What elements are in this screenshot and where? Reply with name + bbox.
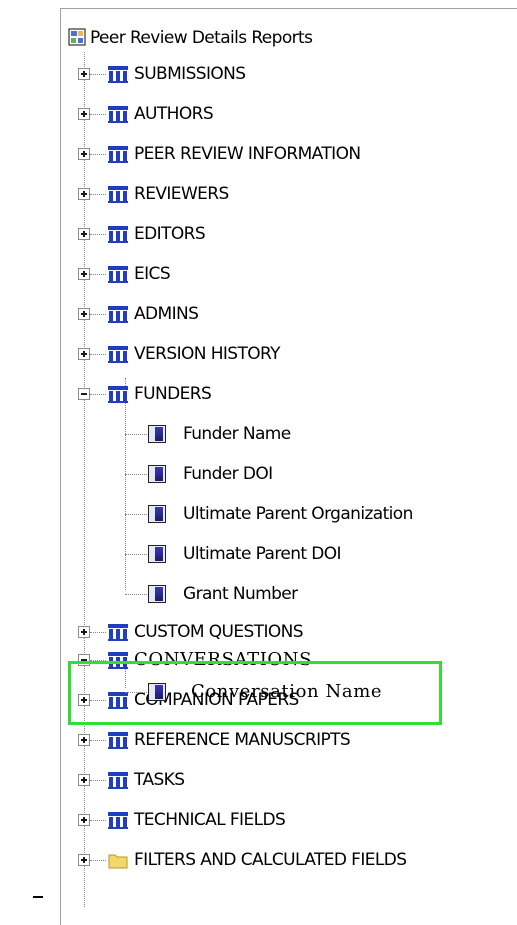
- tree-folder-label: TECHNICAL FIELDS: [134, 810, 286, 830]
- dash-mark: [33, 896, 43, 898]
- tree-field-label: Ultimate Parent DOI: [183, 544, 342, 564]
- tree-connector: [125, 554, 147, 555]
- expand-icon[interactable]: [78, 734, 90, 746]
- table-folder-icon: [108, 346, 128, 363]
- tree-folder-label: SUBMISSIONS: [134, 64, 246, 84]
- tree-field-funder-name[interactable]: Funder Name: [125, 422, 485, 446]
- tree-folder-label: FUNDERS: [134, 384, 212, 404]
- expand-icon[interactable]: [78, 228, 90, 240]
- table-folder-icon: [108, 266, 128, 283]
- tree-connector: [90, 632, 106, 633]
- tree-field-ultimate-parent-doi[interactable]: Ultimate Parent DOI: [125, 542, 485, 566]
- tree-folder-authors[interactable]: AUTHORS: [78, 102, 498, 126]
- tree-folder-editors[interactable]: EDITORS: [78, 222, 498, 246]
- table-folder-icon: [108, 66, 128, 83]
- tree-field-grant-number[interactable]: Grant Number: [125, 582, 485, 606]
- tree-folder-filters-and-calculated-fields[interactable]: FILTERS AND CALCULATED FIELDS: [78, 848, 498, 872]
- table-folder-icon: [108, 226, 128, 243]
- tree-field-ultimate-parent-organization[interactable]: Ultimate Parent Organization: [125, 502, 485, 526]
- tree-connector: [125, 594, 147, 595]
- tree-connector: [90, 860, 106, 861]
- tree-root-label: Peer Review Details Reports: [90, 28, 313, 48]
- tree-folder-submissions[interactable]: SUBMISSIONS: [78, 62, 498, 86]
- field-icon: [148, 465, 166, 483]
- expand-icon[interactable]: [78, 348, 90, 360]
- table-folder-icon: [108, 146, 128, 163]
- tree-folder-label: AUTHORS: [134, 104, 214, 124]
- table-folder-icon: [108, 624, 128, 641]
- expand-icon[interactable]: [78, 854, 90, 866]
- tree-folder-label: TASKS: [134, 770, 185, 790]
- collapse-icon[interactable]: [78, 388, 90, 400]
- tree-connector: [90, 274, 106, 275]
- field-icon: [148, 585, 166, 603]
- expand-icon[interactable]: [78, 188, 90, 200]
- tree-connector: [90, 394, 106, 395]
- tree-folder-version-history[interactable]: VERSION HISTORY: [78, 342, 498, 366]
- tree-folder-label: FILTERS AND CALCULATED FIELDS: [134, 850, 407, 870]
- report-icon: [68, 28, 86, 46]
- table-folder-icon: [108, 812, 128, 829]
- tree-folder-label: REVIEWERS: [134, 184, 229, 204]
- tree-folder-reviewers[interactable]: REVIEWERS: [78, 182, 498, 206]
- expand-icon[interactable]: [78, 814, 90, 826]
- tree-field-label: Funder Name: [183, 424, 291, 444]
- tree-folder-label: ADMINS: [134, 304, 199, 324]
- panel-border-left: [60, 8, 61, 925]
- tree-folder-label: CUSTOM QUESTIONS: [134, 622, 304, 642]
- tree-folder-admins[interactable]: ADMINS: [78, 302, 498, 326]
- tree-folder-tasks[interactable]: TASKS: [78, 768, 498, 792]
- expand-icon[interactable]: [78, 774, 90, 786]
- expand-icon[interactable]: [78, 148, 90, 160]
- tree-connector: [90, 74, 106, 75]
- tree-folder-custom-questions[interactable]: CUSTOM QUESTIONS: [78, 620, 498, 644]
- table-folder-icon: [108, 386, 128, 403]
- table-folder-icon: [108, 732, 128, 749]
- tree-connector: [125, 514, 147, 515]
- table-folder-icon: [108, 306, 128, 323]
- tree-connector: [90, 154, 106, 155]
- tree-connector: [90, 354, 106, 355]
- expand-icon[interactable]: [78, 308, 90, 320]
- tree-connector: [90, 740, 106, 741]
- field-icon: [148, 505, 166, 523]
- table-folder-icon: [108, 772, 128, 789]
- expand-icon[interactable]: [78, 108, 90, 120]
- tree-folder-label: PEER REVIEW INFORMATION: [134, 144, 361, 164]
- tree-folder-funders[interactable]: FUNDERS: [78, 382, 498, 406]
- tree-connector: [125, 434, 147, 435]
- tree-folder-peer-review-information[interactable]: PEER REVIEW INFORMATION: [78, 142, 498, 166]
- panel-border-top: [60, 8, 517, 9]
- folder-icon: [108, 854, 128, 869]
- expand-icon[interactable]: [78, 68, 90, 80]
- tree-folder-label: REFERENCE MANUSCRIPTS: [134, 730, 351, 750]
- tree-field-funder-doi[interactable]: Funder DOI: [125, 462, 485, 486]
- conversations-highlight-box: [68, 661, 442, 725]
- tree-connector: [90, 234, 106, 235]
- tree-folder-label: EICS: [134, 264, 171, 284]
- tree-connector: [90, 194, 106, 195]
- tree-root[interactable]: Peer Review Details Reports: [66, 26, 466, 50]
- table-folder-icon: [108, 186, 128, 203]
- tree-folder-label: VERSION HISTORY: [134, 344, 281, 364]
- tree-folder-eics[interactable]: EICS: [78, 262, 498, 286]
- tree-field-label: Funder DOI: [183, 464, 273, 484]
- field-icon: [148, 425, 166, 443]
- tree-field-label: Ultimate Parent Organization: [183, 504, 413, 524]
- expand-icon[interactable]: [78, 268, 90, 280]
- tree-folder-label: EDITORS: [134, 224, 206, 244]
- tree-connector: [90, 820, 106, 821]
- tree-folder-reference-manuscripts[interactable]: REFERENCE MANUSCRIPTS: [78, 728, 498, 752]
- tree-connector: [125, 474, 147, 475]
- field-icon: [148, 545, 166, 563]
- tree-field-label: Grant Number: [183, 584, 298, 604]
- tree-connector: [90, 780, 106, 781]
- table-folder-icon: [108, 106, 128, 123]
- tree-connector: [90, 114, 106, 115]
- expand-icon[interactable]: [78, 626, 90, 638]
- tree-folder-technical-fields[interactable]: TECHNICAL FIELDS: [78, 808, 498, 832]
- tree-connector: [90, 314, 106, 315]
